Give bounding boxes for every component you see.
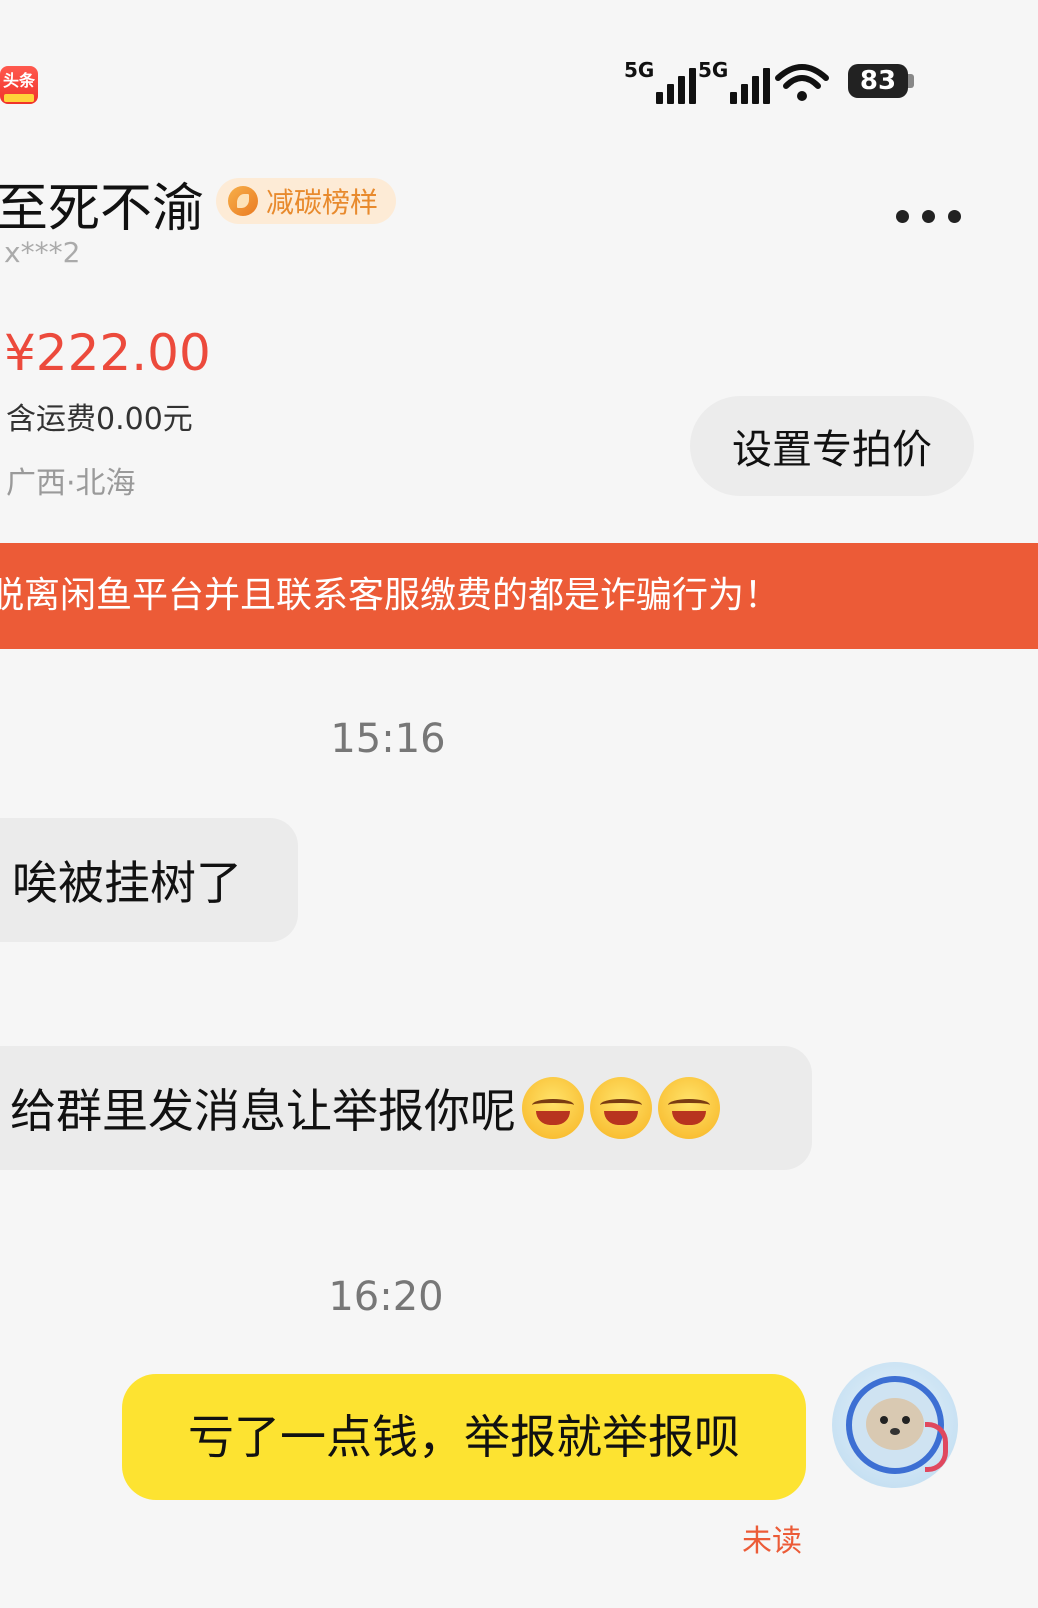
- read-status: 未读: [742, 1524, 802, 1559]
- own-avatar[interactable]: [832, 1362, 958, 1488]
- item-location: 广西·北海: [6, 466, 136, 501]
- wifi-icon: [774, 60, 830, 108]
- incoming-message-bubble[interactable]: 唉被挂树了: [0, 818, 298, 942]
- carbon-badge[interactable]: 减碳榜样: [216, 178, 397, 224]
- app-badge-label: 头条: [2, 71, 35, 90]
- badge-label: 减碳榜样: [266, 186, 379, 219]
- more-options-icon[interactable]: [896, 210, 961, 223]
- signal-5g-1-icon: 5G: [624, 58, 697, 104]
- chat-timestamp: 16:20: [328, 1274, 444, 1320]
- battery-tip: [908, 74, 914, 88]
- shipping-fee: 含运费0.00元: [6, 402, 193, 437]
- signal-1-label: 5G: [624, 58, 655, 82]
- crying-laughing-emoji-icon: [522, 1077, 584, 1139]
- signal-2-label: 5G: [698, 58, 729, 82]
- crying-laughing-emoji-icon: [658, 1077, 720, 1139]
- app-badge-icon: 头条: [0, 66, 38, 104]
- fraud-warning-banner: 脱离闲鱼平台并且联系客服缴费的都是诈骗行为！: [0, 543, 1038, 649]
- message-text: 唉被挂树了: [12, 856, 242, 910]
- battery-level: 83: [859, 66, 897, 96]
- leaf-icon: [228, 186, 258, 216]
- incoming-message-bubble[interactable]: 给群里发消息让举报你呢: [0, 1046, 812, 1170]
- signal-5g-2-icon: 5G: [698, 58, 771, 104]
- message-text: 给群里发消息让举报你呢: [10, 1084, 516, 1138]
- outgoing-message-bubble[interactable]: 亏了一点钱，举报就举报呗: [122, 1374, 806, 1500]
- item-price: ¥222.00: [4, 324, 211, 382]
- masked-user-id: x***2: [4, 236, 81, 269]
- battery-icon: 83: [848, 64, 908, 98]
- chat-partner-name[interactable]: 至死不渝: [0, 166, 204, 241]
- chat-timestamp: 15:16: [330, 716, 446, 762]
- set-special-price-button[interactable]: 设置专拍价: [690, 396, 974, 496]
- crying-laughing-emoji-icon: [590, 1077, 652, 1139]
